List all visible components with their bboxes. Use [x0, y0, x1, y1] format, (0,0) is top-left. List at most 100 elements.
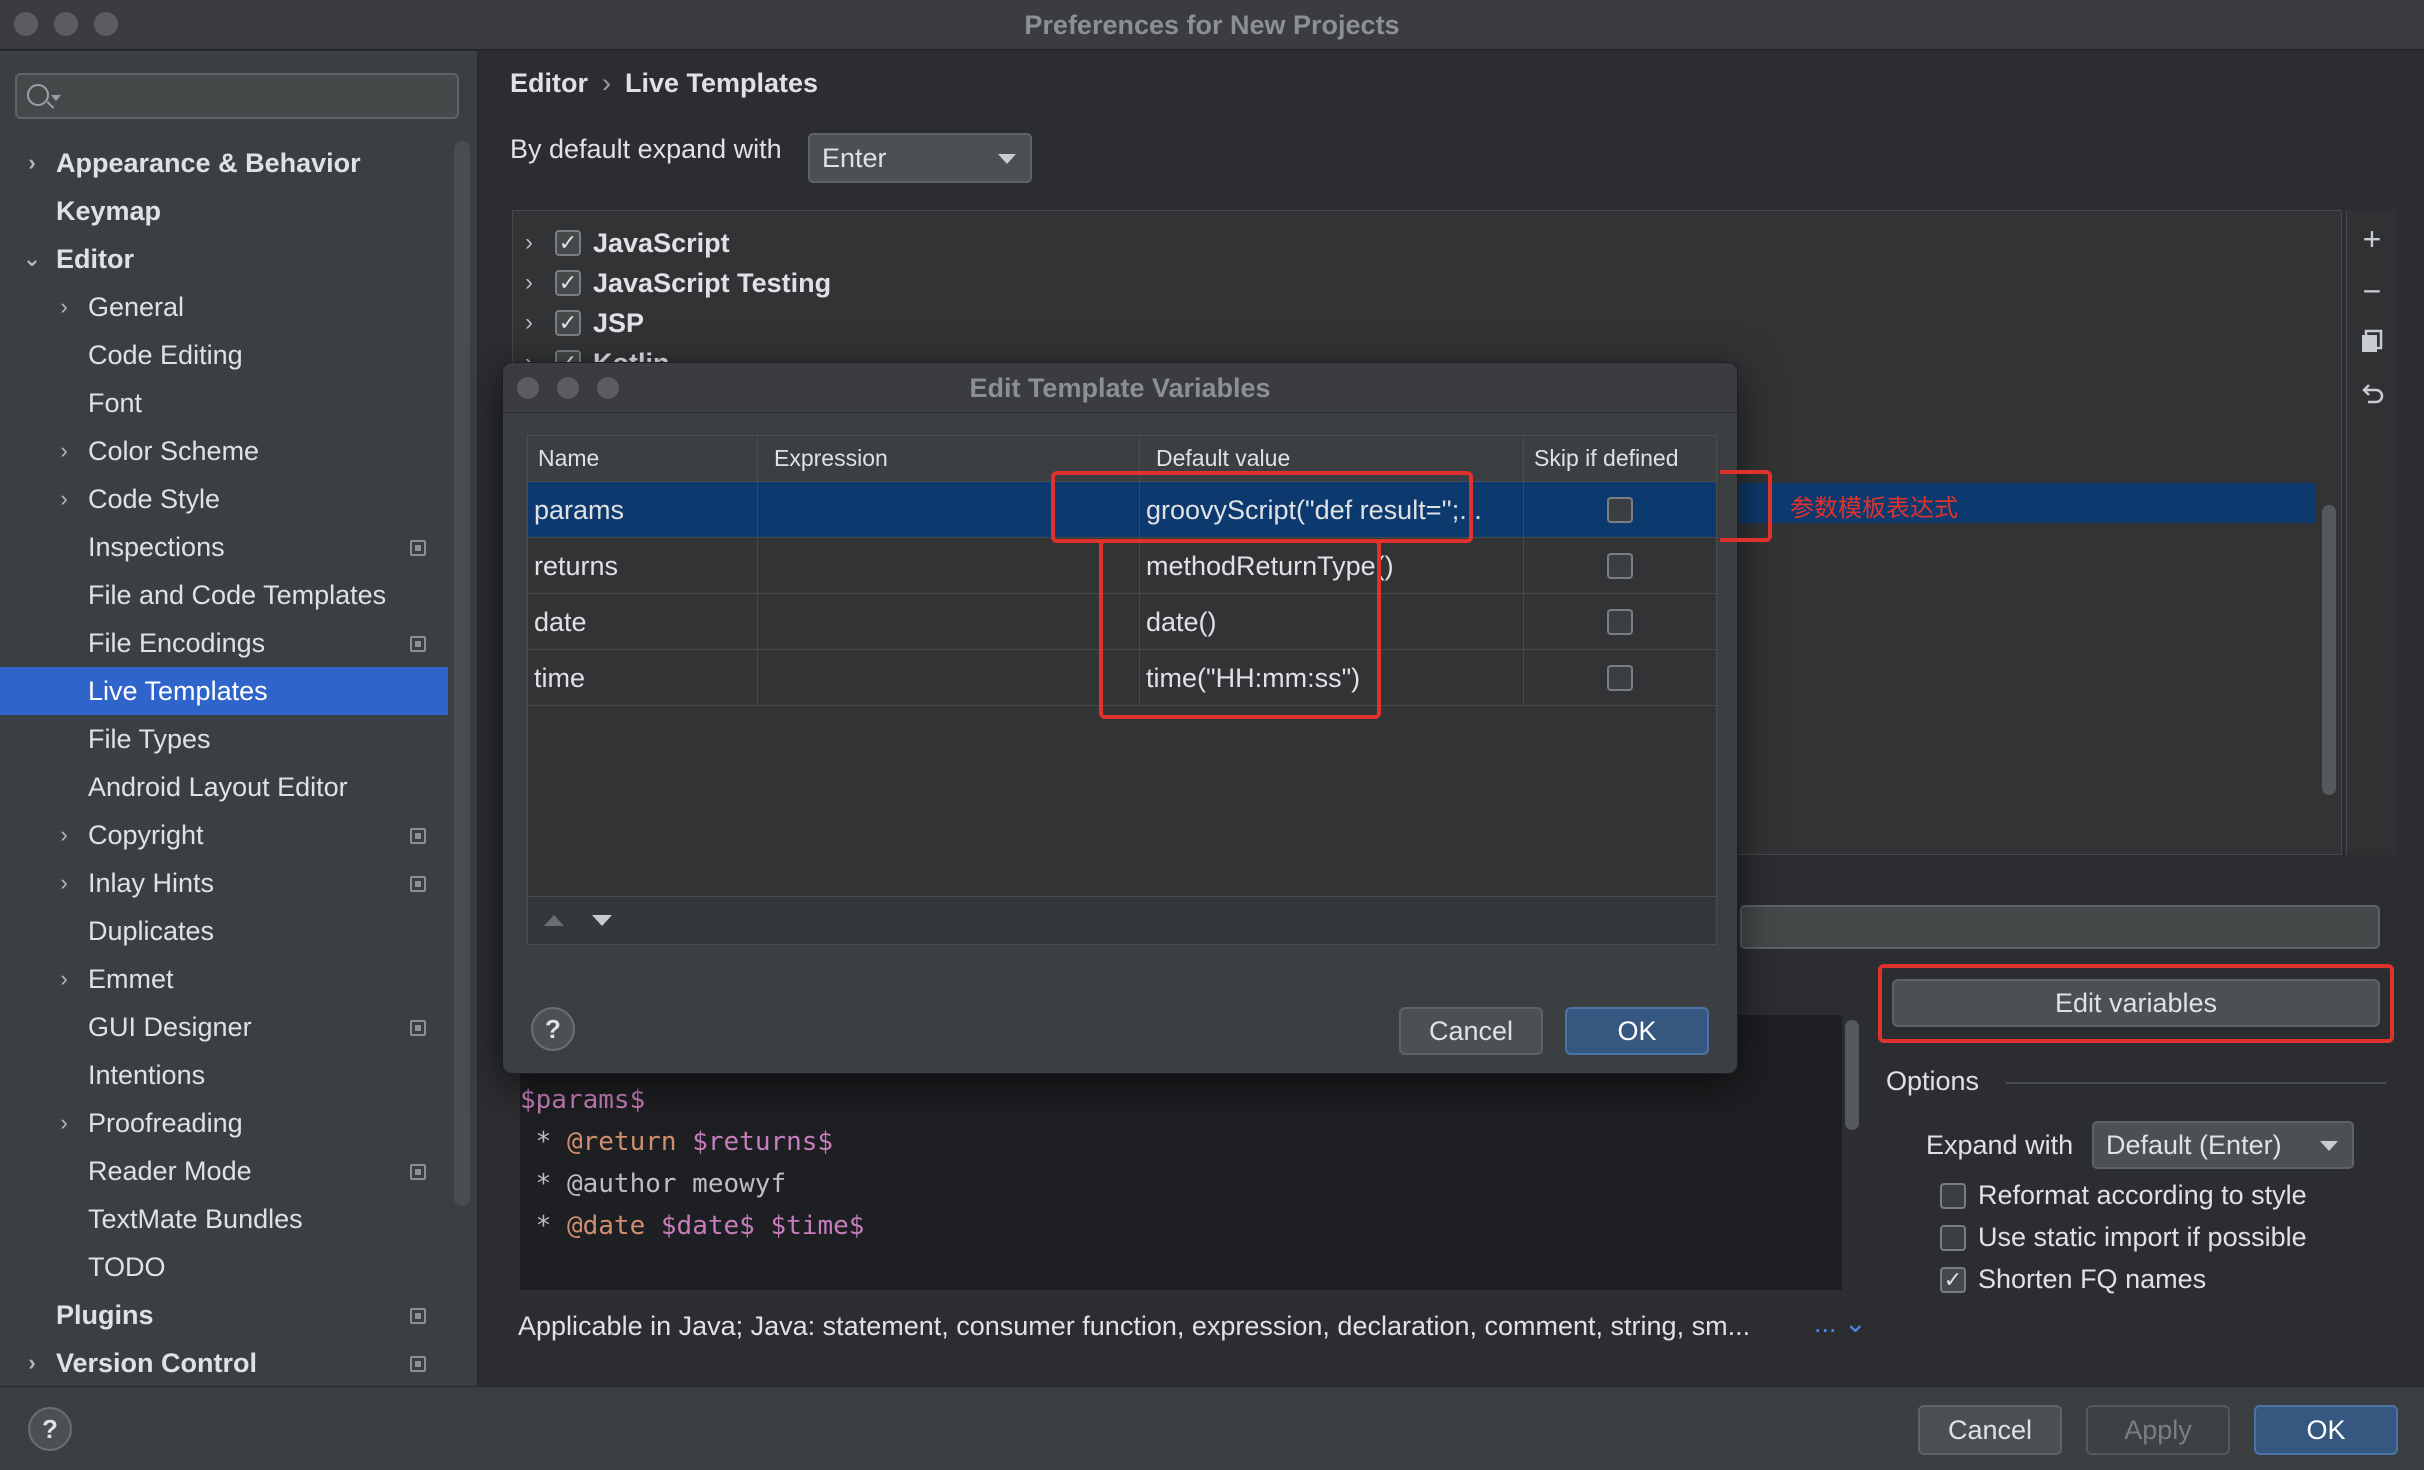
- sidebar-item-editor[interactable]: ⌄ Editor: [0, 235, 448, 283]
- sidebar-item-plugins[interactable]: Plugins: [0, 1291, 448, 1339]
- column-header-name[interactable]: Name: [528, 436, 758, 482]
- dialog-help-button[interactable]: ?: [531, 1007, 575, 1051]
- chevron-right-icon[interactable]: ›: [54, 1112, 74, 1134]
- annotation-box: [1099, 539, 1381, 719]
- default-expand-select[interactable]: Enter: [808, 133, 1032, 183]
- move-down-icon[interactable]: [592, 915, 612, 926]
- revert-icon[interactable]: [2357, 380, 2387, 410]
- sidebar-item-color-scheme[interactable]: › Color Scheme: [0, 427, 448, 475]
- sidebar-item-label: Font: [88, 387, 143, 418]
- sidebar-item-label: GUI Designer: [88, 1011, 252, 1042]
- templates-scrollbar[interactable]: [2322, 505, 2336, 795]
- project-level-icon: [410, 828, 426, 844]
- static-import-option[interactable]: Use static import if possible: [1940, 1222, 2307, 1253]
- column-header-skip-if-defined[interactable]: Skip if defined: [1524, 436, 1716, 482]
- group-checkbox[interactable]: ✓: [555, 310, 581, 336]
- variable-expression-cell[interactable]: [758, 538, 1140, 594]
- sidebar-item-version-control[interactable]: › Version Control: [0, 1339, 448, 1387]
- editor-scrollbar[interactable]: [1845, 1020, 1859, 1130]
- chevron-down-icon[interactable]: ⌄: [22, 248, 42, 270]
- sidebar-item-file-and-code-templates[interactable]: File and Code Templates: [0, 571, 448, 619]
- sidebar-item-keymap[interactable]: Keymap: [0, 187, 448, 235]
- static-import-checkbox[interactable]: [1940, 1224, 1966, 1251]
- dialog-ok-button[interactable]: OK: [1565, 1007, 1709, 1055]
- chevron-right-icon[interactable]: ›: [54, 968, 74, 990]
- sidebar-item-intentions[interactable]: Intentions: [0, 1051, 448, 1099]
- sidebar-item-copyright[interactable]: › Copyright: [0, 811, 448, 859]
- chevron-right-icon[interactable]: ›: [525, 309, 555, 337]
- expand-with-select[interactable]: Default (Enter): [2092, 1121, 2354, 1169]
- skip-if-defined-checkbox[interactable]: [1607, 553, 1633, 579]
- sidebar-item-emmet[interactable]: › Emmet: [0, 955, 448, 1003]
- chevron-right-icon[interactable]: ›: [54, 440, 74, 462]
- variable-expression-cell[interactable]: [758, 650, 1140, 706]
- sidebar-item-label: General: [88, 291, 185, 322]
- chevron-right-icon[interactable]: ›: [54, 872, 74, 894]
- chevron-down-icon: [51, 95, 61, 101]
- ok-button[interactable]: OK: [2254, 1405, 2398, 1455]
- sidebar-item-general[interactable]: › General: [0, 283, 448, 331]
- sidebar-scrollbar[interactable]: [454, 141, 470, 1206]
- sidebar-item-appearance-behavior[interactable]: › Appearance & Behavior: [0, 139, 448, 187]
- group-checkbox[interactable]: ✓: [555, 270, 581, 296]
- variable-name-cell[interactable]: returns: [528, 538, 758, 594]
- sidebar-item-label: Keymap: [56, 195, 162, 226]
- chevron-right-icon[interactable]: ›: [54, 824, 74, 846]
- sidebar-item-gui-designer[interactable]: GUI Designer: [0, 1003, 448, 1051]
- sidebar-item-reader-mode[interactable]: Reader Mode: [0, 1147, 448, 1195]
- sidebar-item-file-encodings[interactable]: File Encodings: [0, 619, 448, 667]
- dialog-cancel-button[interactable]: Cancel: [1399, 1007, 1543, 1055]
- cancel-button[interactable]: Cancel: [1918, 1405, 2062, 1455]
- window-title: Preferences for New Projects: [1024, 10, 1400, 40]
- code-token: @return: [566, 1127, 677, 1157]
- copy-icon[interactable]: [2357, 328, 2387, 358]
- chevron-right-icon[interactable]: ›: [525, 229, 555, 257]
- skip-if-defined-cell: [1524, 650, 1716, 706]
- sidebar-item-android-layout-editor[interactable]: Android Layout Editor: [0, 763, 448, 811]
- sidebar-item-textmate-bundles[interactable]: TextMate Bundles: [0, 1195, 448, 1243]
- sidebar-item-label: File Types: [88, 723, 211, 754]
- help-button[interactable]: ?: [28, 1407, 72, 1451]
- sidebar-item-code-editing[interactable]: Code Editing: [0, 331, 448, 379]
- reformat-checkbox[interactable]: [1940, 1182, 1966, 1209]
- applicable-more-link[interactable]: ... ⌄: [1814, 1308, 1867, 1339]
- chevron-right-icon[interactable]: ›: [22, 152, 42, 174]
- sidebar-item-todo[interactable]: TODO: [0, 1243, 448, 1291]
- sidebar-item-proofreading[interactable]: › Proofreading: [0, 1099, 448, 1147]
- breadcrumb-editor[interactable]: Editor: [510, 68, 588, 98]
- template-group-row[interactable]: › ✓ JavaScript Testing: [525, 263, 831, 303]
- settings-search-input[interactable]: [15, 73, 459, 119]
- sidebar-item-inspections[interactable]: Inspections: [0, 523, 448, 571]
- sidebar-item-label: File and Code Templates: [88, 579, 387, 610]
- sidebar-item-duplicates[interactable]: Duplicates: [0, 907, 448, 955]
- chevron-right-icon[interactable]: ›: [22, 1352, 42, 1374]
- chevron-right-icon[interactable]: ›: [54, 488, 74, 510]
- group-checkbox[interactable]: ✓: [555, 230, 581, 256]
- code-line: * @author meowyf: [520, 1169, 786, 1209]
- remove-icon[interactable]: −: [2357, 275, 2387, 307]
- template-group-row[interactable]: › ✓ JSP: [525, 303, 644, 343]
- chevron-right-icon[interactable]: ›: [54, 296, 74, 318]
- sidebar-item-file-types[interactable]: File Types: [0, 715, 448, 763]
- add-icon[interactable]: +: [2357, 223, 2387, 255]
- description-input[interactable]: [1740, 905, 2380, 949]
- variable-name-cell[interactable]: params: [528, 482, 758, 538]
- skip-if-defined-checkbox[interactable]: [1607, 497, 1633, 523]
- reformat-option[interactable]: Reformat according to style: [1940, 1180, 2307, 1211]
- sidebar-item-inlay-hints[interactable]: › Inlay Hints: [0, 859, 448, 907]
- chevron-right-icon[interactable]: ›: [525, 269, 555, 297]
- move-up-icon[interactable]: [544, 915, 564, 926]
- shorten-fq-checkbox[interactable]: ✓: [1940, 1266, 1966, 1293]
- shorten-fq-option[interactable]: ✓ Shorten FQ names: [1940, 1264, 2206, 1295]
- apply-button[interactable]: Apply: [2086, 1405, 2230, 1455]
- skip-if-defined-checkbox[interactable]: [1607, 609, 1633, 635]
- sidebar-item-font[interactable]: Font: [0, 379, 448, 427]
- sidebar-item-code-style[interactable]: › Code Style: [0, 475, 448, 523]
- variable-expression-cell[interactable]: [758, 594, 1140, 650]
- variable-name-cell[interactable]: date: [528, 594, 758, 650]
- skip-if-defined-checkbox[interactable]: [1607, 665, 1633, 691]
- sidebar-item-live-templates[interactable]: Live Templates: [0, 667, 448, 715]
- template-group-row[interactable]: › ✓ JavaScript: [525, 223, 730, 263]
- variable-name-cell[interactable]: time: [528, 650, 758, 706]
